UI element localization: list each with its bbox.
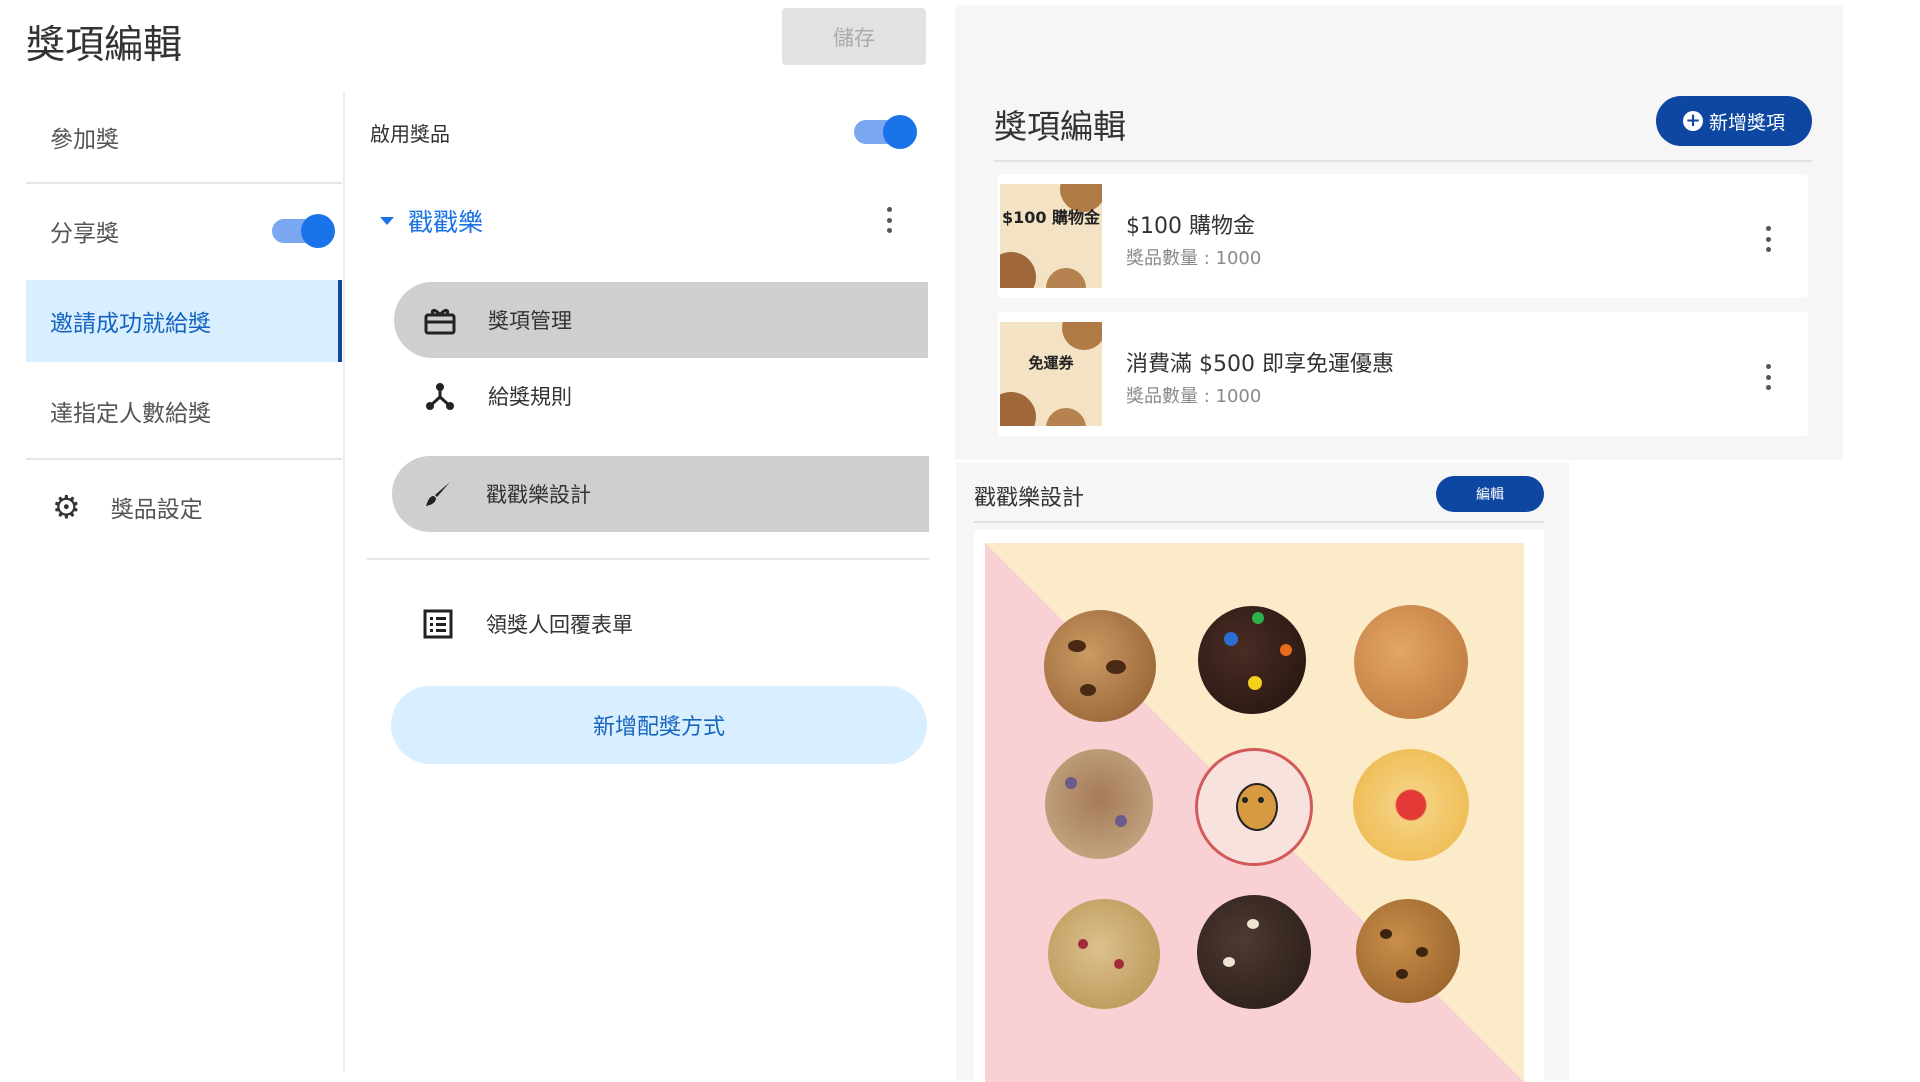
menu-prize-management[interactable]: 獎項管理 <box>394 282 928 358</box>
toggle-knob <box>301 214 335 248</box>
section-more-icon[interactable] <box>886 207 892 233</box>
cookie-image <box>1044 610 1156 722</box>
config-separator <box>367 558 929 560</box>
menu-item-label: 領獎人回覆表單 <box>486 613 633 637</box>
gift-icon <box>422 302 458 338</box>
cookie-image <box>1198 606 1306 714</box>
prize-quantity: 獎品數量 : 1000 <box>1126 248 1262 269</box>
menu-winner-form[interactable]: 領獎人回覆表單 <box>392 586 926 662</box>
prize-panel-title: 獎項編輯 <box>994 107 1126 146</box>
section-label: 戳戳樂 <box>408 208 484 237</box>
menu-item-label: 給獎規則 <box>488 385 572 409</box>
save-button[interactable]: 儲存 <box>782 8 926 65</box>
menu-item-label: 獎項管理 <box>488 309 572 333</box>
sidebar-item-label: 分享獎 <box>50 221 119 247</box>
edit-design-button[interactable]: 編輯 <box>1436 476 1544 512</box>
prize-thumbnail: 免運券 <box>1000 322 1102 426</box>
prize-list-item[interactable]: 免運券 消費滿 $500 即享免運優惠 獎品數量 : 1000 <box>998 312 1808 436</box>
enable-prize-toggle[interactable] <box>854 115 917 149</box>
brush-icon <box>420 476 456 512</box>
cookie-image <box>1356 899 1460 1003</box>
prize-more-icon[interactable] <box>1765 226 1771 252</box>
sidebar-item-label: 邀請成功就給獎 <box>50 311 211 337</box>
cookie-image <box>1353 749 1469 861</box>
sidebar-item-label: 參加獎 <box>50 127 119 153</box>
add-prize-label: 新增獎項 <box>1708 111 1785 134</box>
prize-name: $100 購物金 <box>1126 214 1255 239</box>
mascot-logo <box>1195 748 1313 866</box>
sidebar-item-prize-settings[interactable]: ⚙ 獎品設定 <box>26 466 342 548</box>
menu-item-label: 戳戳樂設計 <box>486 483 591 507</box>
list-form-icon <box>420 606 456 642</box>
prize-more-icon[interactable] <box>1765 364 1771 390</box>
sidebar-separator <box>26 458 342 460</box>
prize-list-item[interactable]: $100 購物金 $100 購物金 獎品數量 : 1000 <box>998 174 1808 298</box>
cookie-image <box>1197 895 1311 1009</box>
toggle-knob <box>883 115 917 149</box>
thumbnail-text: 免運券 <box>1028 354 1074 372</box>
share-prize-toggle[interactable] <box>272 214 335 248</box>
prize-name: 消費滿 $500 即享免運優惠 <box>1126 352 1394 377</box>
sidebar-item-participation[interactable]: 參加獎 <box>26 96 342 178</box>
menu-scratch-design[interactable]: 戳戳樂設計 <box>392 456 929 532</box>
design-panel-title: 戳戳樂設計 <box>974 486 1085 511</box>
cookie-image <box>1354 605 1468 719</box>
add-prize-button[interactable]: + 新增獎項 <box>1656 96 1812 146</box>
enable-prize-label: 啟用獎品 <box>370 122 450 146</box>
prize-panel-divider <box>994 160 1812 162</box>
prize-thumbnail: $100 購物金 <box>1000 184 1102 288</box>
cookie-image <box>1045 749 1153 859</box>
caret-down-icon <box>380 217 394 225</box>
add-award-method-button[interactable]: 新增配獎方式 <box>391 686 927 764</box>
page-title: 獎項編輯 <box>26 23 183 68</box>
plus-circle-icon: + <box>1682 111 1703 131</box>
sidebar-separator <box>26 182 342 184</box>
prize-quantity: 獎品數量 : 1000 <box>1126 386 1262 407</box>
scratch-section-header[interactable]: 戳戳樂 <box>380 203 483 239</box>
scratch-card-preview <box>985 543 1524 1082</box>
sidebar-item-label: 獎品設定 <box>110 497 203 523</box>
design-panel-divider <box>974 521 1544 523</box>
sidebar-item-invite-success[interactable]: 邀請成功就給獎 <box>26 280 342 362</box>
menu-prize-rules[interactable]: 給獎規則 <box>394 358 928 434</box>
cookie-image <box>1048 899 1160 1009</box>
sidebar-divider <box>343 92 345 1072</box>
sidebar-item-label: 達指定人數給獎 <box>50 401 211 427</box>
thumbnail-text: $100 購物金 <box>1001 208 1101 227</box>
fork-icon <box>422 378 458 414</box>
sidebar-item-reach-count[interactable]: 達指定人數給獎 <box>26 370 342 452</box>
gear-icon: ⚙ <box>52 488 81 526</box>
